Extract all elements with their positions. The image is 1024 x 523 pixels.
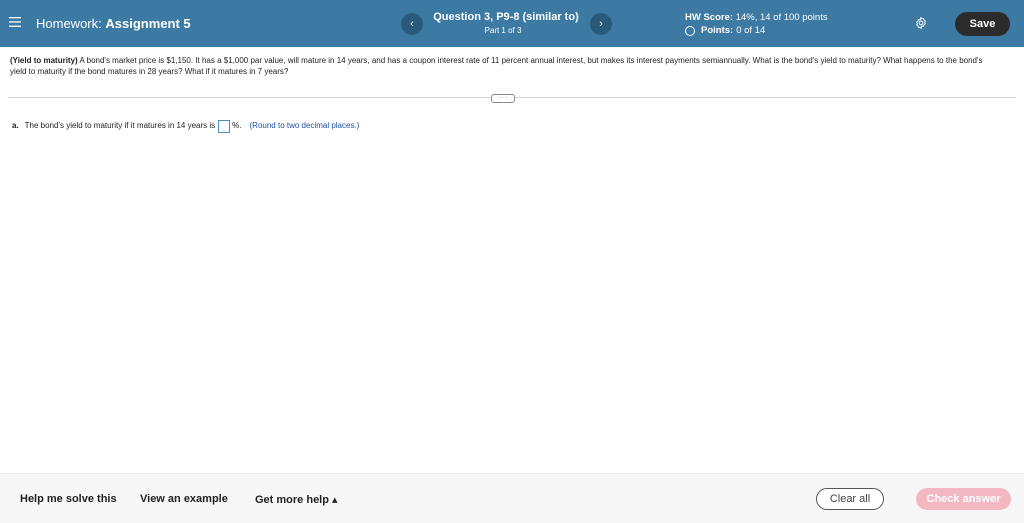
clear-all-button[interactable]: Clear all [816, 488, 884, 510]
question-topic: (Yield to maturity) [10, 56, 78, 65]
rounding-hint: (Round to two decimal places.) [249, 121, 360, 130]
chevron-right-icon: › [599, 18, 603, 30]
top-bar: Homework: Assignment 5 ‹ Question 3, P9-… [0, 0, 1024, 47]
homework-label: Homework: [36, 16, 102, 31]
save-button[interactable]: Save [955, 12, 1010, 36]
part-a-text: The bond's yield to maturity if it matur… [24, 121, 216, 130]
hw-score-label: HW Score: [685, 12, 734, 23]
percent-unit: %. [232, 121, 242, 130]
circle-icon [685, 25, 695, 36]
chevron-left-icon: ‹ [410, 18, 414, 30]
points-status: Points: 0 of 14 [685, 25, 765, 36]
question-text: (Yield to maturity) A bond's market pric… [10, 55, 1000, 77]
app-window: Homework: Assignment 5 ‹ Question 3, P9-… [0, 0, 1024, 523]
expand-more-button[interactable]: · · · [491, 94, 515, 103]
question-title: Question 3, P9-8 (similar to) [433, 11, 579, 23]
yield-answer-input[interactable] [218, 119, 231, 133]
hw-score: HW Score: 14%, 14 of 100 points [685, 12, 828, 23]
gear-icon[interactable] [914, 16, 928, 30]
points-value: 0 of 14 [736, 25, 766, 36]
part-a-label: a. [12, 121, 19, 130]
points-label: Points: [701, 25, 734, 36]
question-body: A bond's market price is $1,150. It has … [10, 56, 983, 76]
assignment-name: Assignment 5 [105, 16, 191, 31]
check-answer-button[interactable]: Check answer [916, 488, 1011, 510]
get-more-help-button[interactable]: Get more help ▴ [255, 493, 338, 506]
help-me-solve-button[interactable]: Help me solve this [20, 493, 117, 505]
next-question-button[interactable]: › [590, 13, 612, 35]
menu-icon[interactable] [9, 16, 21, 28]
hw-score-value: 14%, 14 of 100 points [735, 12, 828, 23]
part-a: a. The bond's yield to maturity if it ma… [12, 119, 359, 133]
footer-bar: Help me solve this View an example Get m… [0, 473, 1024, 523]
homework-title: Homework: Assignment 5 [36, 16, 191, 31]
question-part: Part 1 of 3 [484, 26, 522, 35]
view-example-button[interactable]: View an example [140, 493, 228, 505]
